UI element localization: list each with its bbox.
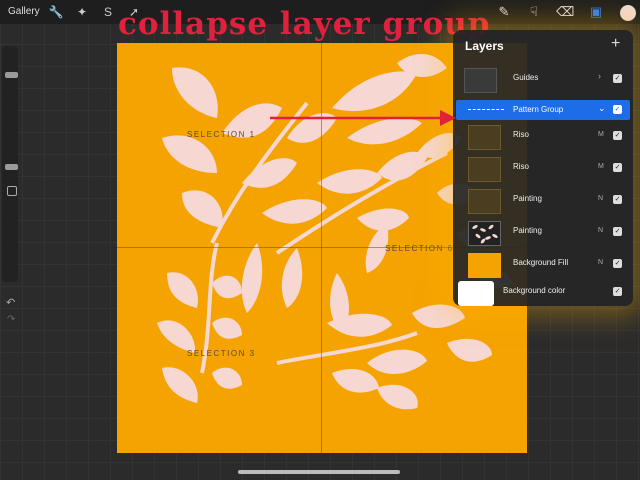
annotation-title: collapse layer group: [118, 6, 491, 42]
left-sidebar: ↶ ↷: [2, 46, 18, 325]
layers-panel: Layers + Guides › ✓ Pattern Group ⌄ ✓ Ri…: [453, 30, 633, 306]
layer-name: Riso: [513, 130, 530, 139]
layer-name: Background Fill: [513, 258, 569, 267]
layer-name: Background color: [503, 286, 566, 295]
layer-name: Guides: [513, 73, 539, 82]
blend-mode[interactable]: M: [598, 131, 604, 138]
wrench-icon[interactable]: 🔧: [48, 4, 64, 20]
visibility-checkbox[interactable]: ✓: [613, 163, 622, 172]
modify-button[interactable]: [7, 186, 17, 196]
layer-thumbnail: [458, 281, 494, 306]
layers-icon[interactable]: ▣: [588, 4, 604, 20]
vertical-guide: [321, 43, 322, 453]
layers-title: Layers: [465, 39, 504, 53]
eraser-icon[interactable]: ⌫: [556, 4, 574, 20]
wand-icon[interactable]: ✦: [74, 4, 90, 20]
visibility-checkbox[interactable]: ✓: [613, 74, 622, 83]
selection-label: SELECTION 6: [385, 244, 454, 253]
group-indicator: [468, 109, 504, 111]
home-indicator: [238, 470, 400, 474]
layer-thumbnail: [468, 253, 501, 278]
opacity-slider[interactable]: [5, 164, 18, 170]
layer-name: Riso: [513, 162, 530, 171]
chevron-down-icon[interactable]: ⌄: [598, 103, 606, 114]
gallery-button[interactable]: Gallery: [8, 6, 40, 17]
blend-mode[interactable]: N: [598, 195, 603, 202]
layer-thumbnail: [464, 68, 497, 93]
layer-row-painting[interactable]: Painting N ✓: [456, 218, 630, 248]
layer-name: Painting: [513, 226, 542, 235]
layer-row-background-fill[interactable]: Background Fill N ✓: [456, 250, 630, 280]
redo-icon[interactable]: ↷: [7, 314, 15, 325]
undo-icon[interactable]: ↶: [6, 296, 15, 309]
layer-thumbnail: [468, 125, 501, 150]
brush-size-slider[interactable]: [5, 72, 18, 78]
smudge-icon[interactable]: ☟: [526, 4, 542, 20]
blend-mode[interactable]: N: [598, 227, 603, 234]
layer-name: Painting: [513, 194, 542, 203]
leaf-thumbnail-icon: [472, 224, 498, 244]
layer-row-riso[interactable]: Riso M ✓: [456, 154, 630, 184]
layer-row-guides[interactable]: Guides › ✓: [456, 65, 630, 95]
visibility-checkbox[interactable]: ✓: [613, 287, 622, 296]
layer-row-pattern-group[interactable]: Pattern Group ⌄ ✓: [456, 100, 630, 120]
selection-icon[interactable]: S: [100, 4, 116, 20]
brush-icon[interactable]: ✎: [496, 4, 512, 20]
visibility-checkbox[interactable]: ✓: [613, 259, 622, 268]
layer-row-background-color[interactable]: Background color ✓: [456, 278, 630, 308]
layer-row-riso[interactable]: Riso M ✓: [456, 122, 630, 152]
blend-mode[interactable]: M: [598, 163, 604, 170]
layer-thumbnail: [468, 157, 501, 182]
selection-label: SELECTION 3: [187, 349, 256, 358]
visibility-checkbox[interactable]: ✓: [613, 195, 622, 204]
add-layer-icon[interactable]: +: [611, 35, 620, 53]
selection-label: SELECTION 1: [187, 130, 256, 139]
color-picker-button[interactable]: [620, 5, 636, 21]
layer-thumbnail: [468, 221, 501, 246]
visibility-checkbox[interactable]: ✓: [613, 105, 622, 114]
layer-name: Pattern Group: [513, 105, 564, 114]
visibility-checkbox[interactable]: ✓: [613, 131, 622, 140]
layer-row-painting[interactable]: Painting N ✓: [456, 186, 630, 216]
layer-thumbnail: [468, 189, 501, 214]
visibility-checkbox[interactable]: ✓: [613, 227, 622, 236]
blend-mode[interactable]: N: [598, 259, 603, 266]
chevron-right-icon[interactable]: ›: [598, 71, 601, 81]
